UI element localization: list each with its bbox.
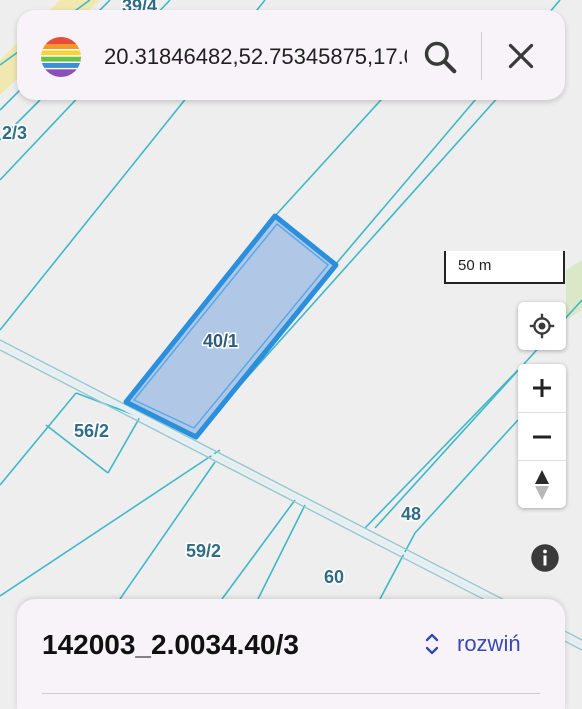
expand-button[interactable]: rozwiń (421, 627, 521, 661)
search-icon[interactable] (421, 38, 459, 76)
locate-button[interactable] (518, 302, 566, 350)
close-icon[interactable] (503, 38, 539, 74)
map-canvas[interactable]: 39/4 2/3 40/1 56/2 59/2 60 48 (0, 0, 582, 699)
label-40-1: 40/1 (203, 331, 238, 351)
my-location-icon (529, 313, 555, 339)
plus-icon (533, 379, 551, 397)
compass-icon (535, 470, 549, 500)
parcel-sheet[interactable]: 142003_2.0034.40/3 rozwiń (17, 599, 565, 709)
label-60: 60 (324, 567, 344, 587)
compass-button[interactable] (518, 461, 566, 509)
expand-label: rozwiń (457, 631, 521, 656)
green-area (566, 260, 582, 320)
unfold-icon (425, 633, 439, 655)
zoom-in-button[interactable] (518, 364, 566, 412)
search-divider (481, 32, 482, 80)
sheet-divider (42, 693, 540, 694)
search-bar: 20.31846482,52.75345875,17.0 (17, 10, 565, 100)
label-48: 48 (401, 504, 421, 524)
scale-bar: 50 m (444, 251, 565, 284)
label-59-2: 59/2 (186, 541, 221, 561)
scale-label: 50 m (458, 257, 492, 274)
zoom-controls (518, 364, 566, 508)
rainbow-logo-icon[interactable] (41, 37, 81, 77)
minus-icon (533, 435, 551, 439)
zoom-out-button[interactable] (518, 413, 566, 461)
search-input[interactable]: 20.31846482,52.75345875,17.0 (104, 42, 407, 72)
info-icon[interactable] (530, 543, 560, 573)
label-56-2: 56/2 (74, 421, 109, 441)
label-2-3: 2/3 (2, 123, 27, 143)
parcel-id: 142003_2.0034.40/3 (42, 629, 299, 660)
